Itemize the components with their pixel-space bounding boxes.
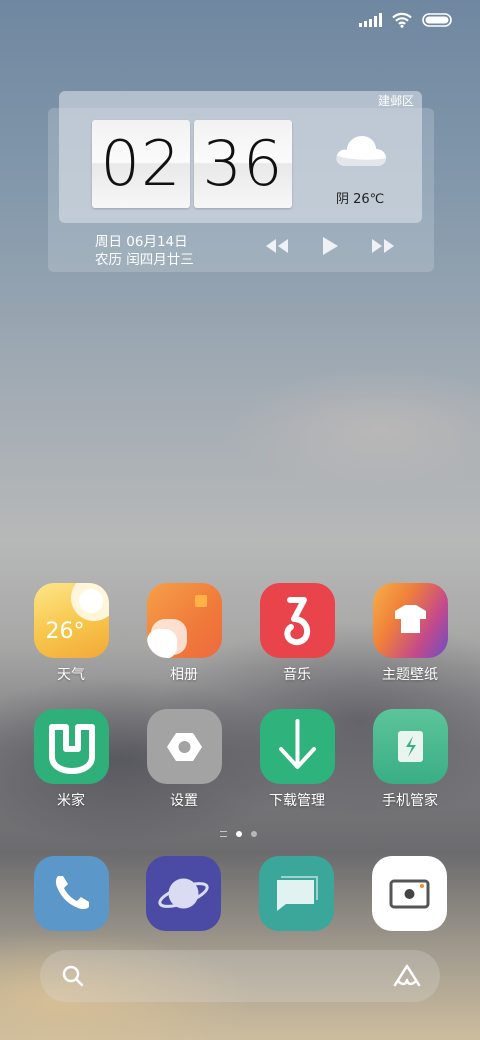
next-icon[interactable] — [370, 236, 396, 256]
themes-app-icon[interactable] — [372, 583, 448, 658]
security-app-icon[interactable] — [372, 709, 448, 784]
hour-card[interactable]: 02 — [92, 120, 190, 208]
search-bar[interactable] — [40, 950, 440, 1002]
browser-icon[interactable] — [146, 856, 221, 931]
page-indicator-menu-icon — [220, 831, 227, 837]
app-label: 主题壁纸 — [382, 667, 438, 683]
app-gallery[interactable]: 相册 — [129, 583, 239, 684]
play-icon[interactable] — [320, 236, 340, 256]
app-mijia[interactable]: 米家 — [16, 709, 126, 810]
page-dot-active[interactable] — [236, 831, 242, 837]
minute-text: 36 — [202, 127, 284, 200]
app-label: 相册 — [170, 667, 198, 683]
phone-handset-icon — [55, 876, 89, 910]
phone-icon[interactable] — [34, 856, 109, 931]
page-dot[interactable] — [251, 831, 257, 837]
app-settings[interactable]: 设置 — [129, 709, 239, 810]
battery-icon — [422, 13, 452, 27]
cloud-icon[interactable] — [334, 130, 388, 170]
music-app-icon[interactable] — [259, 583, 335, 658]
status-bar — [359, 10, 452, 30]
mijia-logo-icon — [48, 724, 95, 774]
assistant-icon[interactable] — [392, 963, 422, 989]
mijia-app-icon[interactable] — [33, 709, 109, 784]
district-label: 建邺区 — [377, 94, 414, 108]
app-weather[interactable]: 26° 天气 — [16, 583, 126, 684]
wifi-icon — [392, 12, 412, 28]
app-label: 音乐 — [283, 667, 311, 683]
lunar-date-text: 农历 闰四月廿三 — [95, 252, 194, 268]
gear-icon — [166, 733, 202, 761]
music-note-icon — [283, 597, 310, 646]
planet-icon — [158, 878, 209, 909]
chat-bubble-icon — [277, 876, 318, 911]
settings-app-icon[interactable] — [146, 709, 222, 784]
signal-icon — [359, 13, 382, 27]
search-icon[interactable] — [60, 963, 86, 989]
download-arrow-icon — [278, 719, 316, 769]
minute-card[interactable]: 36 — [194, 120, 292, 208]
date-text: 周日 06月14日 — [95, 234, 188, 250]
weather-text: 阴 26℃ — [336, 192, 385, 207]
tshirt-icon — [394, 605, 426, 633]
app-security[interactable]: 手机管家 — [355, 709, 465, 810]
app-label: 手机管家 — [382, 793, 438, 809]
app-themes[interactable]: 主题壁纸 — [355, 583, 465, 684]
app-music[interactable]: 音乐 — [242, 583, 352, 684]
messages-icon[interactable] — [259, 856, 334, 931]
app-label: 天气 — [57, 667, 85, 683]
shield-icon — [397, 731, 423, 762]
app-label: 下载管理 — [269, 793, 325, 809]
hour-text: 02 — [100, 127, 182, 200]
app-label: 设置 — [170, 793, 198, 809]
downloads-app-icon[interactable] — [259, 709, 335, 784]
page-indicator[interactable] — [220, 831, 257, 837]
camera-lens-icon — [389, 879, 430, 909]
weather-app-temp: 26° — [45, 619, 85, 644]
previous-icon[interactable] — [264, 236, 290, 256]
gallery-app-icon[interactable] — [146, 583, 222, 658]
camera-icon[interactable] — [372, 856, 447, 931]
app-downloads[interactable]: 下载管理 — [242, 709, 352, 810]
weather-app-icon[interactable]: 26° — [33, 583, 109, 658]
app-label: 米家 — [57, 793, 85, 809]
